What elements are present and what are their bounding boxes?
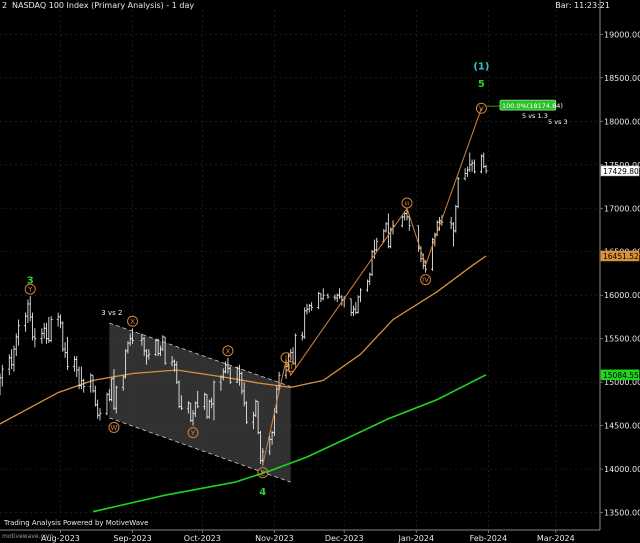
y-tick-label: 18000.00 bbox=[604, 117, 640, 126]
wave-label: 5 bbox=[478, 79, 485, 90]
wave-label-text: W bbox=[110, 424, 117, 432]
price-axis-label-text: 17429.80 bbox=[603, 167, 639, 176]
price-chart[interactable]: 13500.0014000.0014500.0015000.0015500.00… bbox=[0, 0, 640, 543]
annotation-label: 3 vs 2 bbox=[101, 309, 122, 317]
price-axis-label: 16451.52 bbox=[600, 250, 640, 262]
wave-label-text: Y bbox=[27, 286, 33, 294]
target-sub-label: 5 vs 3 bbox=[548, 118, 568, 126]
wave-label-text: V bbox=[479, 105, 484, 113]
chart-title: NASDAQ 100 Index (Primary Analysis) - 1 … bbox=[12, 1, 195, 10]
y-tick-label: 16000.00 bbox=[604, 291, 640, 300]
x-tick-label: Dec-2023 bbox=[325, 534, 364, 543]
price-axis-label-text: 15084.55 bbox=[603, 371, 639, 380]
bar-time-label: Bar: 11:23:21 bbox=[555, 1, 610, 10]
price-axis-label: 17429.80 bbox=[600, 165, 640, 177]
wave-label-text: X bbox=[130, 318, 135, 326]
wave-label-text: II bbox=[289, 363, 293, 371]
y-tick-label: 19000.00 bbox=[604, 30, 640, 39]
x-tick-label: Nov-2023 bbox=[255, 534, 294, 543]
wave-label: 4 bbox=[259, 487, 266, 498]
price-axis-label: 15084.55 bbox=[600, 369, 640, 381]
y-tick-label: 14500.00 bbox=[604, 422, 640, 431]
wave-label-text: I bbox=[285, 354, 287, 362]
watermark: motivewave.com bbox=[2, 533, 54, 540]
target-label: 100.0%(18174.84) bbox=[502, 102, 563, 110]
y-tick-label: 15500.00 bbox=[604, 335, 640, 344]
y-tick-label: 17000.00 bbox=[604, 204, 640, 213]
wave-label-text: Z bbox=[260, 469, 265, 477]
x-tick-label: Oct-2023 bbox=[184, 534, 221, 543]
x-tick-label: Jan-2024 bbox=[397, 534, 434, 543]
x-tick-label: Feb-2024 bbox=[470, 534, 507, 543]
wave-label-text: X bbox=[226, 347, 231, 355]
version-label: 2 bbox=[2, 1, 8, 10]
wave-label: (1) bbox=[473, 61, 489, 72]
x-tick-label: Sep-2023 bbox=[113, 534, 151, 543]
price-axis-label-text: 16451.52 bbox=[603, 252, 639, 261]
y-tick-label: 18500.00 bbox=[604, 74, 640, 83]
wave-label-text: III bbox=[405, 202, 410, 208]
x-tick-label: Mar-2024 bbox=[537, 534, 575, 543]
y-tick-label: 14000.00 bbox=[604, 465, 640, 474]
chart-background bbox=[0, 0, 640, 543]
footer-credit: Trading Analysis Powered by MotiveWave bbox=[4, 519, 149, 527]
y-tick-label: 13500.00 bbox=[604, 509, 640, 518]
wave-label-text: Y bbox=[190, 429, 196, 437]
target-sub-label: 5 vs 1.3 bbox=[522, 112, 548, 120]
wave-label-text: IV bbox=[422, 276, 429, 284]
